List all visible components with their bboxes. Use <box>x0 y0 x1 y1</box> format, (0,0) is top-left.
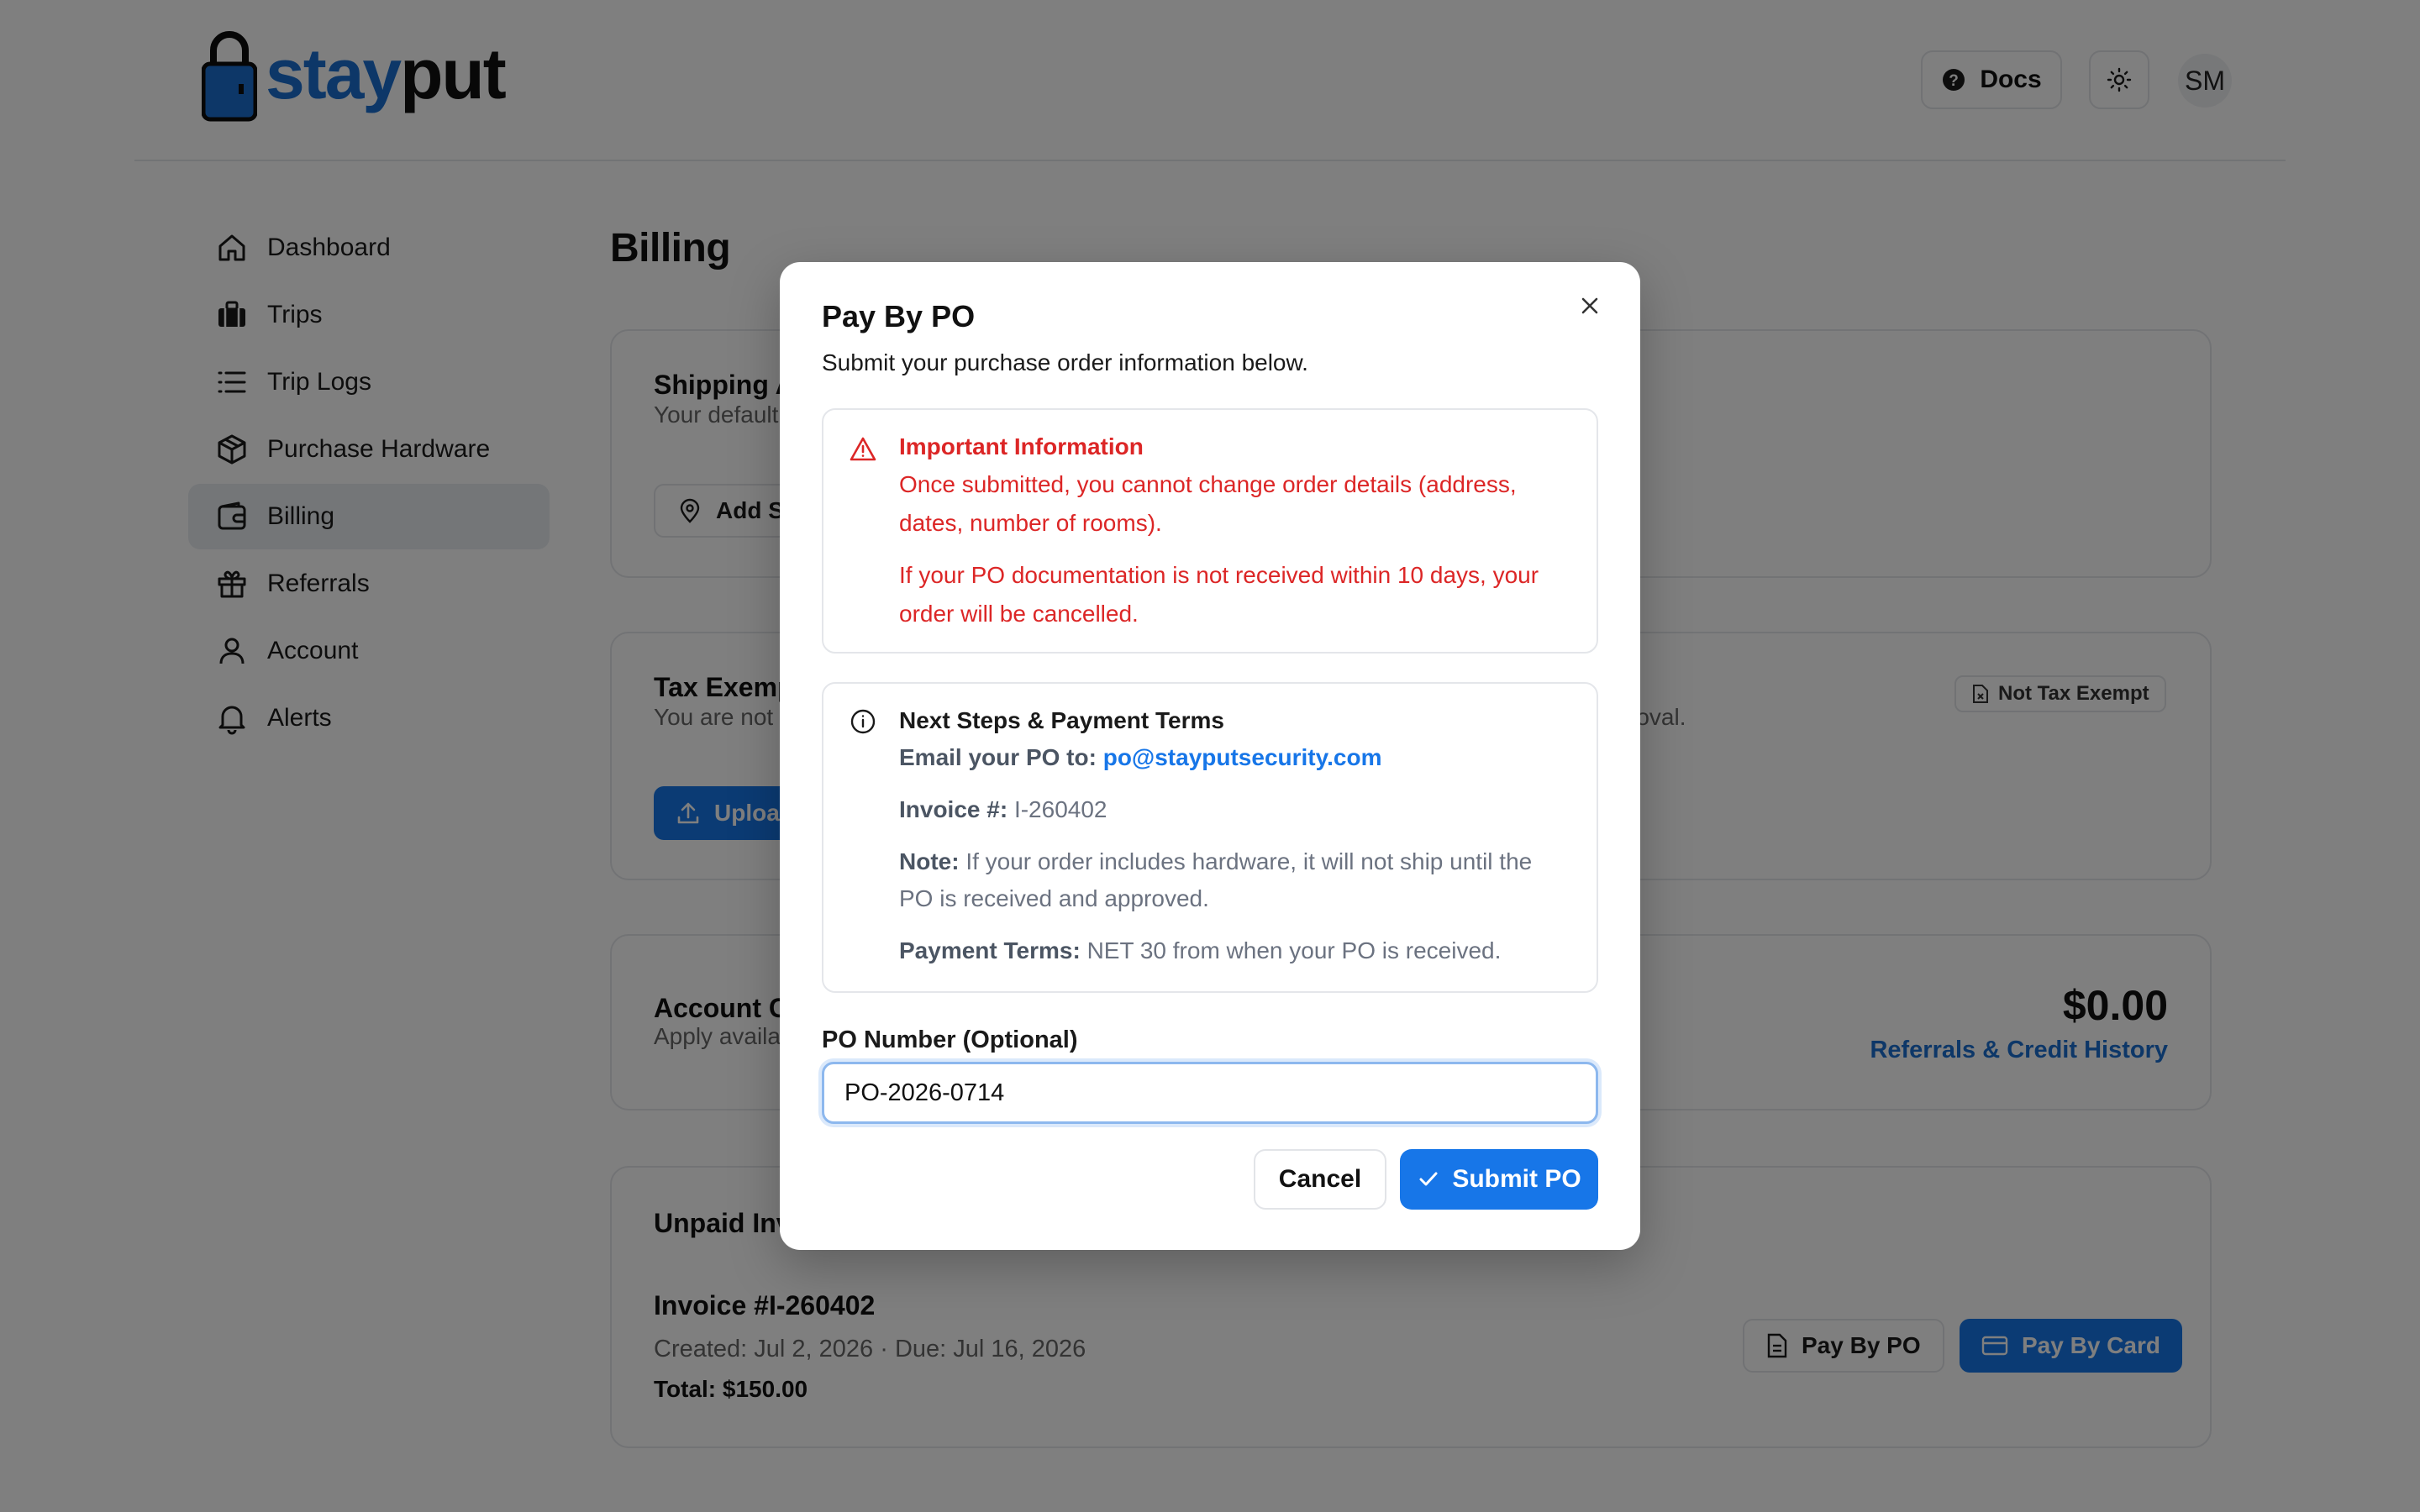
email-instructions: Email your PO to: po@stayputsecurity.com <box>899 739 1563 776</box>
check-icon <box>1419 1172 1438 1186</box>
submit-po-button[interactable]: Submit PO <box>1400 1149 1598 1210</box>
po-number-label: PO Number (Optional) <box>822 1026 1078 1053</box>
close-dialog-button[interactable] <box>1571 287 1608 324</box>
invoice-number-value: I-260402 <box>1013 796 1107 822</box>
warning-text-cancellation: If your PO documentation is not received… <box>899 562 1539 627</box>
warning-title: Important Information <box>899 433 1144 459</box>
info-icon <box>850 709 876 734</box>
pay-by-po-dialog: Pay By PO Submit your purchase order inf… <box>780 262 1640 1250</box>
dialog-title: Pay By PO <box>822 299 976 333</box>
important-information-alert: Important Information Once submitted, yo… <box>822 408 1598 654</box>
close-icon <box>1581 297 1598 314</box>
payment-terms-label: Payment Terms: <box>899 937 1081 963</box>
cancel-button[interactable]: Cancel <box>1254 1149 1386 1210</box>
payment-terms-line: Payment Terms: NET 30 from when your PO … <box>899 932 1563 969</box>
po-email-link[interactable]: po@stayputsecurity.com <box>1103 744 1382 770</box>
info-title: Next Steps & Payment Terms <box>899 707 1224 733</box>
warning-text-edit-lock: Once submitted, you cannot change order … <box>899 471 1517 536</box>
email-label: Email your PO to: <box>899 744 1097 770</box>
dialog-description: Submit your purchase order information b… <box>822 349 1308 375</box>
next-steps-info-box: Next Steps & Payment Terms Email your PO… <box>822 682 1598 993</box>
invoice-number-line: Invoice #: I-260402 <box>899 791 1563 828</box>
po-number-input[interactable] <box>822 1062 1598 1124</box>
payment-terms-text: NET 30 from when your PO is received. <box>1086 937 1502 963</box>
warning-triangle-icon <box>850 437 876 461</box>
invoice-number-label: Invoice #: <box>899 796 1008 822</box>
note-text: If your order includes hardware, it will… <box>899 848 1533 911</box>
hardware-note: Note: If your order includes hardware, i… <box>899 843 1563 917</box>
submit-po-label: Submit PO <box>1452 1165 1581 1193</box>
note-label: Note: <box>899 848 960 874</box>
